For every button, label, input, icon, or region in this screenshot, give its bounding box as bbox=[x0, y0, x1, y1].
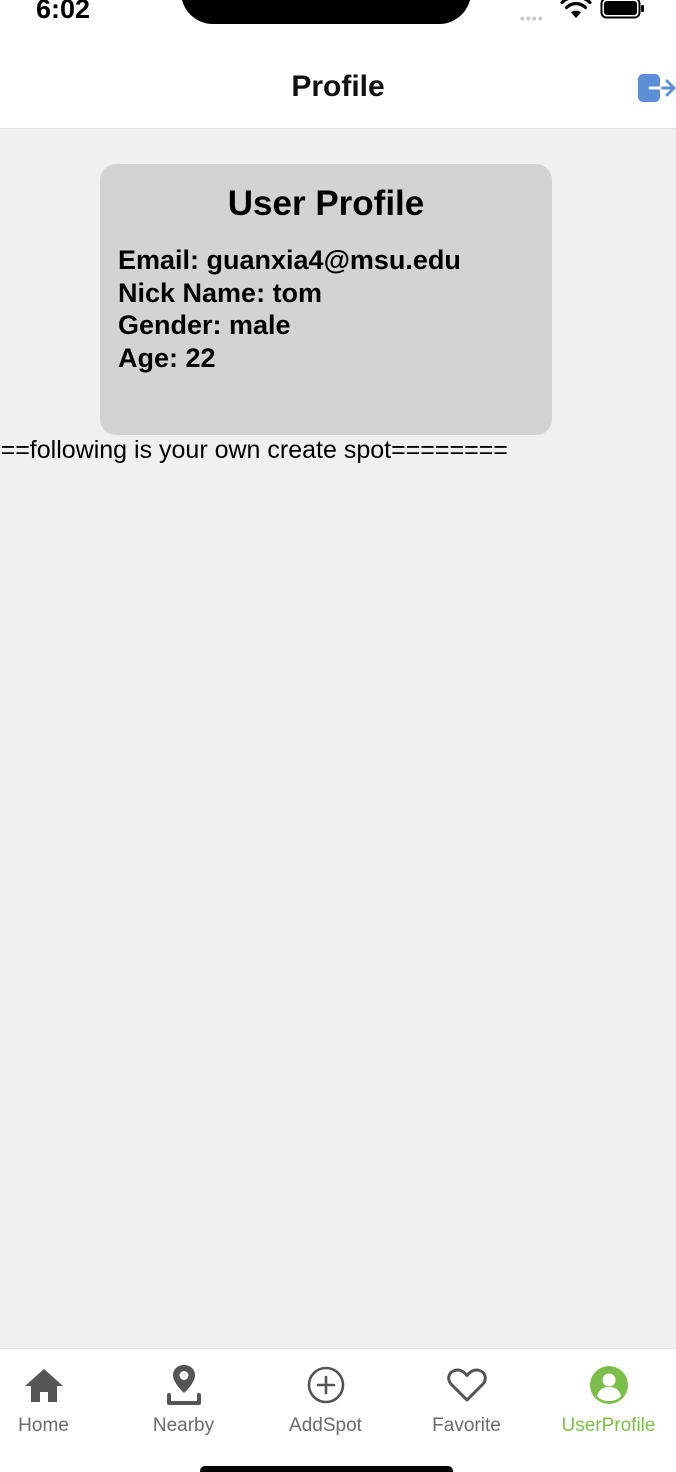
tab-home[interactable]: Home bbox=[0, 1349, 111, 1449]
tab-userprofile[interactable]: UserProfile bbox=[541, 1349, 676, 1449]
tab-addspot[interactable]: AddSpot bbox=[258, 1349, 393, 1449]
tab-label-addspot: AddSpot bbox=[289, 1415, 362, 1436]
home-icon bbox=[24, 1369, 63, 1402]
tab-label-userprofile: UserProfile bbox=[561, 1415, 656, 1436]
profile-card: User Profile Email: guanxia4@msu.edu Nic… bbox=[100, 164, 552, 435]
page-title: Profile bbox=[291, 70, 385, 103]
battery-icon bbox=[600, 0, 644, 19]
email-text: Email: guanxia4@msu.edu bbox=[118, 245, 461, 275]
status-bar: 6:02 •••• bbox=[0, 0, 676, 52]
home-indicator bbox=[200, 1466, 453, 1472]
tab-nearby[interactable]: Nearby bbox=[116, 1349, 251, 1449]
plus-circle-icon bbox=[307, 1366, 344, 1404]
screen: 6:02 •••• Profile User Profile Email: gu… bbox=[0, 0, 676, 1472]
logout-button[interactable] bbox=[636, 72, 676, 104]
profile-info: Email: guanxia4@msu.edu Nick Name: tom G… bbox=[118, 244, 461, 374]
tab-label-favorite: Favorite bbox=[432, 1415, 501, 1436]
tab-bar: Home Nearby AddSpot Favorite UserProfile bbox=[0, 1348, 676, 1472]
tab-favorite[interactable]: Favorite bbox=[399, 1349, 534, 1449]
wifi-icon bbox=[560, 0, 592, 18]
heart-icon bbox=[446, 1368, 487, 1402]
nickname-text: Nick Name: tom bbox=[118, 277, 323, 308]
card-title: User Profile bbox=[227, 184, 425, 223]
tab-label-nearby: Nearby bbox=[152, 1415, 215, 1436]
location-pin-icon bbox=[166, 1365, 201, 1405]
user-circle-icon bbox=[589, 1366, 628, 1404]
status-time: 6:02 bbox=[36, 0, 91, 24]
tab-label-home: Home bbox=[18, 1415, 69, 1436]
gender-text: Gender: male bbox=[118, 310, 291, 340]
app-header: Profile bbox=[0, 52, 676, 129]
own-spots-divider: ===following is your own create spot====… bbox=[0, 436, 508, 464]
age-text: Age: 22 bbox=[118, 342, 216, 373]
camera-notch bbox=[181, 0, 471, 24]
cellular-signal-icon: •••• bbox=[520, 10, 544, 26]
